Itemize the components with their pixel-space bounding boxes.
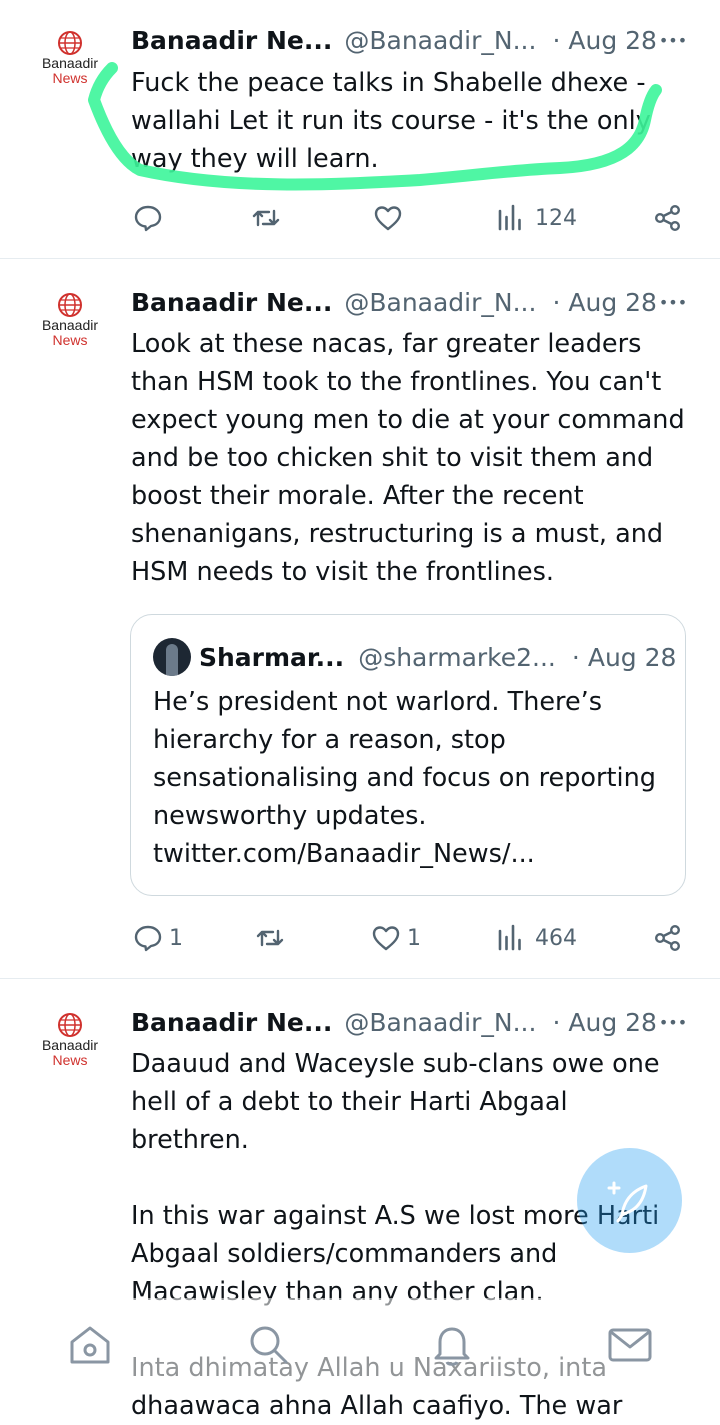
author-name[interactable]: Banaadir Ne...	[131, 1008, 332, 1037]
bell-icon[interactable]	[428, 1320, 476, 1368]
globe-logo-icon	[58, 293, 82, 317]
share-icon	[655, 205, 681, 232]
author-handle[interactable]: @Banaadir_N...	[344, 26, 536, 55]
tweet-header: Banaadir Ne... @Banaadir_N... · Aug 28 •…	[131, 22, 691, 58]
separator-dot: ·	[552, 1007, 561, 1037]
mail-icon[interactable]	[606, 1320, 654, 1368]
like-icon	[374, 206, 402, 231]
globe-logo-icon	[58, 1013, 82, 1037]
quoted-tweet-date: Aug 28	[587, 642, 677, 672]
tweet-header: Banaadir Ne... @Banaadir_N... · Aug 28 •…	[131, 1004, 691, 1040]
avatar-label-line2: News	[52, 332, 88, 348]
avatar-banaadir-news[interactable]: Banaadir News	[30, 1012, 110, 1082]
reply-count: 1	[169, 925, 183, 951]
globe-logo-icon	[58, 31, 82, 55]
tweet-divider	[0, 978, 720, 979]
avatar-label-line1: Banaadir	[41, 317, 99, 333]
separator-dot: ·	[552, 25, 561, 55]
compose-icon	[607, 1181, 647, 1222]
avatar-label-line1: Banaadir	[41, 1037, 99, 1053]
avatar-label-line2: News	[52, 1052, 88, 1068]
avatar-banaadir-news[interactable]: Banaadir News	[30, 30, 110, 100]
views-count: 464	[535, 925, 577, 951]
quoted-author-name[interactable]: Sharmar...	[199, 643, 344, 672]
quoted-author-avatar[interactable]	[153, 638, 191, 676]
tweet-divider	[0, 258, 720, 259]
like-icon	[372, 926, 400, 951]
views-icon	[498, 924, 521, 951]
share-button[interactable]	[653, 198, 683, 238]
separator-dot: ·	[552, 287, 561, 317]
reply-icon	[134, 925, 162, 952]
quoted-tweet[interactable]: Sharmar... @sharmarke2... · Aug 28 He’s …	[130, 614, 686, 896]
author-handle[interactable]: @Banaadir_N...	[344, 288, 536, 317]
tweet-date[interactable]: Aug 28	[568, 288, 657, 317]
author-name[interactable]: Banaadir Ne...	[131, 288, 332, 317]
retweet-icon	[256, 929, 284, 947]
tweet-date[interactable]: Aug 28	[568, 26, 657, 55]
share-icon	[655, 925, 681, 952]
retweet-button[interactable]	[251, 198, 291, 238]
search-icon[interactable]	[244, 1320, 292, 1368]
reply-button[interactable]: 1	[133, 918, 183, 958]
avatar-banaadir-news[interactable]: Banaadir News	[30, 292, 110, 362]
tweet-header: Banaadir Ne... @Banaadir_N... · Aug 28 •…	[131, 284, 691, 320]
more-options-icon[interactable]: •••	[655, 1004, 691, 1040]
more-options-icon[interactable]: •••	[655, 22, 691, 58]
retweet-button[interactable]	[255, 918, 295, 958]
author-handle[interactable]: @Banaadir_N...	[344, 1008, 536, 1037]
tweet-text: Look at these nacas, far greater leaders…	[131, 329, 685, 587]
avatar-label-line2: News	[52, 70, 88, 86]
views-button[interactable]: 124	[495, 198, 577, 238]
separator-dot: ·	[571, 642, 580, 672]
tweet-text: Fuck the peace talks in Shabelle dhexe -…	[131, 68, 651, 174]
views-icon	[498, 204, 521, 231]
views-button[interactable]: 464	[495, 918, 577, 958]
views-count: 124	[535, 205, 577, 231]
share-button[interactable]	[653, 918, 683, 958]
author-name[interactable]: Banaadir Ne...	[131, 26, 332, 55]
like-button[interactable]	[373, 198, 413, 238]
quoted-author-handle[interactable]: @sharmarke2...	[358, 643, 556, 672]
retweet-icon	[252, 209, 280, 227]
quoted-tweet-header: Sharmar... @sharmarke2... · Aug 28	[153, 638, 677, 676]
more-options-icon[interactable]: •••	[655, 284, 691, 320]
tweet-date[interactable]: Aug 28	[568, 1008, 657, 1037]
like-count: 1	[407, 925, 421, 951]
bottom-navigation	[0, 1298, 720, 1388]
tweet-actions: 1 1 464	[131, 918, 691, 958]
like-button[interactable]: 1	[371, 918, 421, 958]
tweet-actions: 124	[131, 198, 691, 238]
quoted-tweet-text: He’s president not warlord. There’s hier…	[153, 687, 656, 869]
avatar-label-line1: Banaadir	[41, 55, 99, 71]
compose-tweet-button[interactable]	[577, 1148, 682, 1253]
reply-button[interactable]	[133, 198, 173, 238]
home-icon[interactable]	[66, 1320, 114, 1368]
reply-icon	[134, 205, 162, 232]
